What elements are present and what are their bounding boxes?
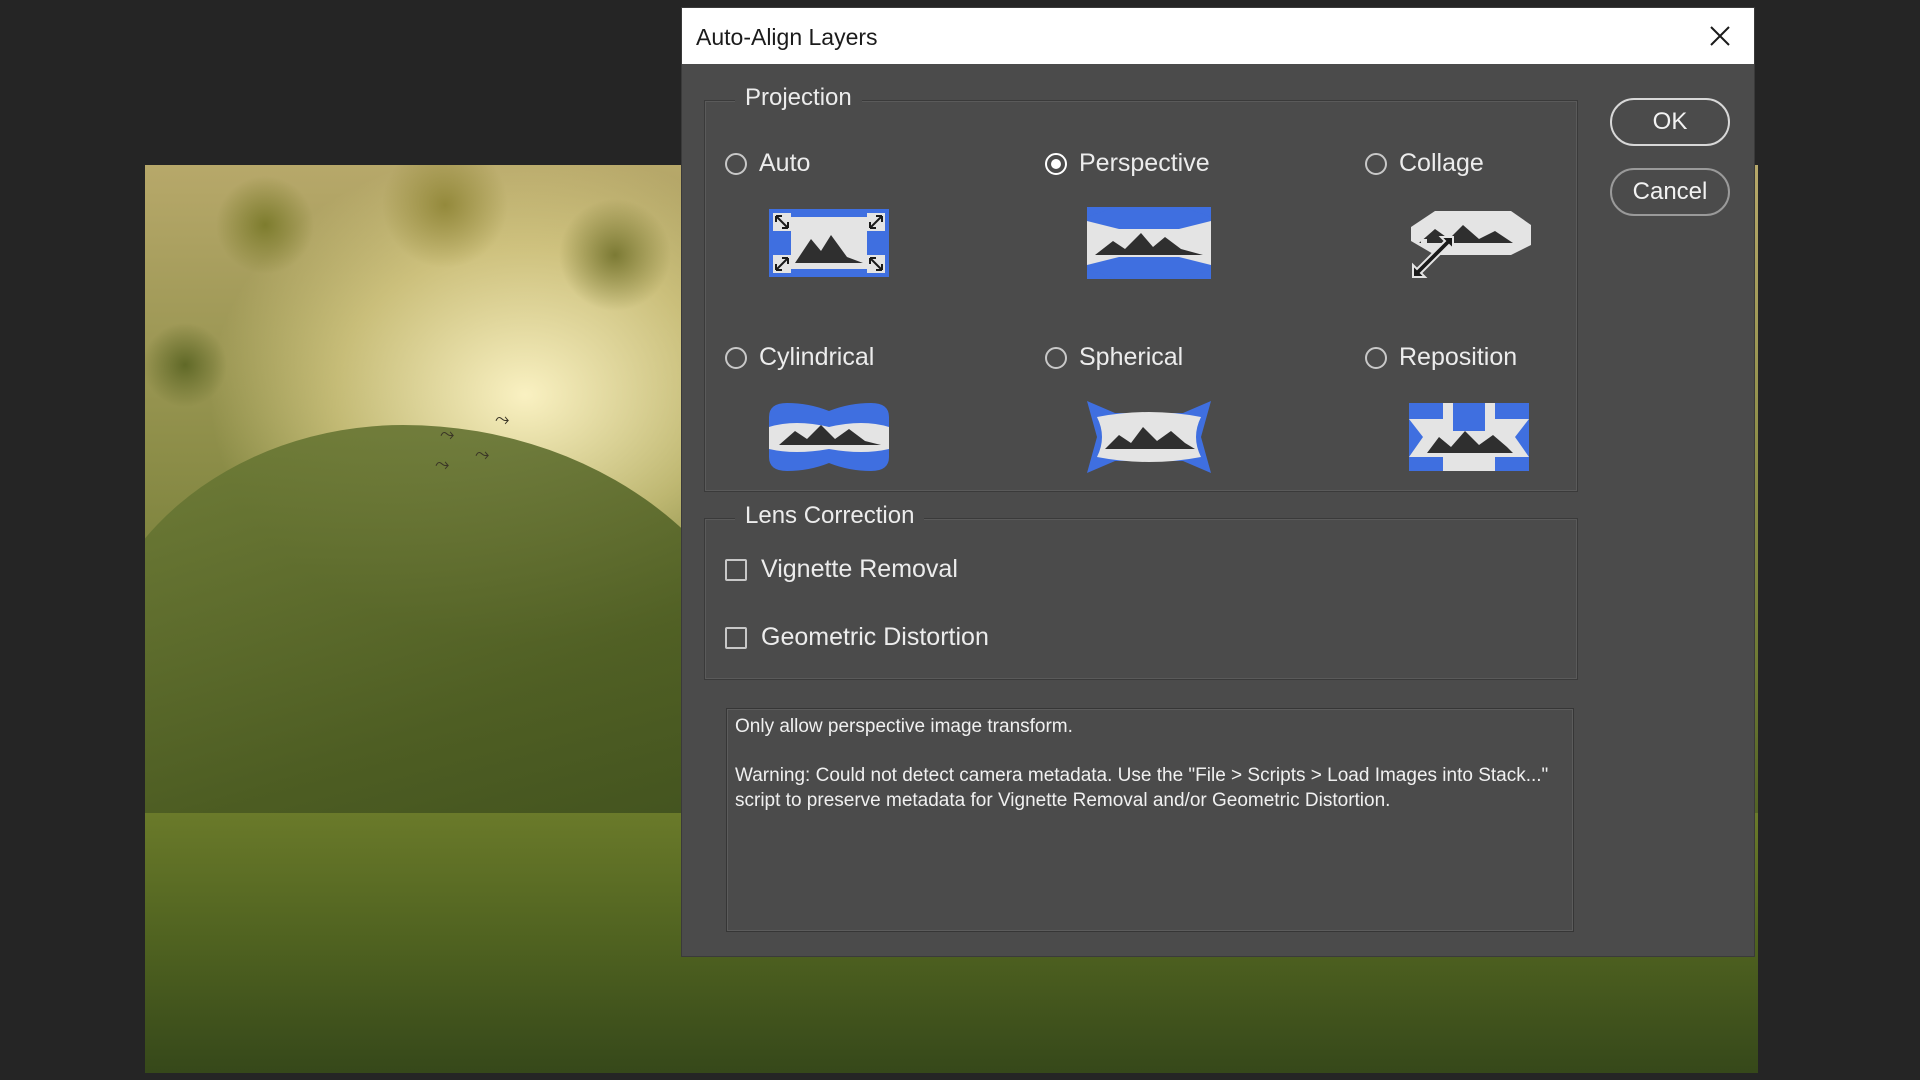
radio-button[interactable]	[1365, 346, 1387, 369]
dialog-title: Auto-Align Layers	[696, 24, 878, 50]
checkbox[interactable]	[725, 626, 747, 649]
radio-label: Perspective	[1079, 149, 1210, 177]
bird-shape: ⤳	[475, 444, 490, 464]
lens-correction-group: Lens Correction Vignette Removal Geometr…	[704, 502, 1578, 680]
reposition-projection-icon	[1409, 403, 1529, 471]
radio-button[interactable]	[1045, 152, 1067, 175]
radio-button[interactable]	[725, 346, 747, 369]
spherical-projection-icon	[1087, 401, 1211, 473]
radio-cylindrical[interactable]: Cylindrical	[725, 343, 874, 372]
radio-collage[interactable]: Collage	[1365, 149, 1484, 178]
checkbox-vignette-removal[interactable]: Vignette Removal	[725, 555, 958, 584]
radio-reposition[interactable]: Reposition	[1365, 343, 1517, 372]
radio-label: Cylindrical	[759, 343, 875, 371]
checkbox-label: Vignette Removal	[761, 555, 958, 583]
radio-label: Reposition	[1399, 343, 1518, 371]
checkbox-label: Geometric Distortion	[761, 623, 989, 651]
close-icon	[1710, 26, 1730, 46]
ok-button[interactable]: OK	[1610, 98, 1730, 146]
cylindrical-projection-icon	[769, 403, 889, 471]
close-button[interactable]	[1704, 20, 1736, 52]
auto-align-layers-dialog: Auto-Align Layers Projection Auto Perspe…	[682, 8, 1754, 956]
radio-label: Spherical	[1079, 343, 1184, 371]
radio-spherical[interactable]: Spherical	[1045, 343, 1183, 372]
radio-button[interactable]	[725, 152, 747, 175]
projection-group: Projection Auto Perspective Collage Cyli…	[704, 84, 1578, 492]
lens-correction-group-label: Lens Correction	[735, 502, 925, 530]
perspective-projection-icon	[1087, 207, 1211, 279]
checkbox-geometric-distortion[interactable]: Geometric Distortion	[725, 623, 989, 652]
radio-perspective[interactable]: Perspective	[1045, 149, 1210, 178]
image-trees	[145, 165, 705, 465]
auto-projection-icon	[769, 209, 889, 277]
radio-button[interactable]	[1045, 346, 1067, 369]
radio-button[interactable]	[1365, 152, 1387, 175]
bird-shape: ⤳	[435, 454, 450, 474]
projection-group-label: Projection	[735, 84, 862, 112]
description-text: Only allow perspective image transform. …	[726, 708, 1574, 932]
cancel-button[interactable]: Cancel	[1610, 168, 1730, 216]
dialog-titlebar: Auto-Align Layers	[682, 8, 1754, 64]
bird-shape: ⤳	[440, 424, 455, 444]
radio-auto[interactable]: Auto	[725, 149, 810, 178]
checkbox[interactable]	[725, 558, 747, 581]
collage-projection-icon	[1411, 211, 1531, 278]
radio-label: Auto	[759, 149, 811, 177]
radio-label: Collage	[1399, 149, 1484, 177]
bird-shape: ⤳	[495, 409, 510, 429]
